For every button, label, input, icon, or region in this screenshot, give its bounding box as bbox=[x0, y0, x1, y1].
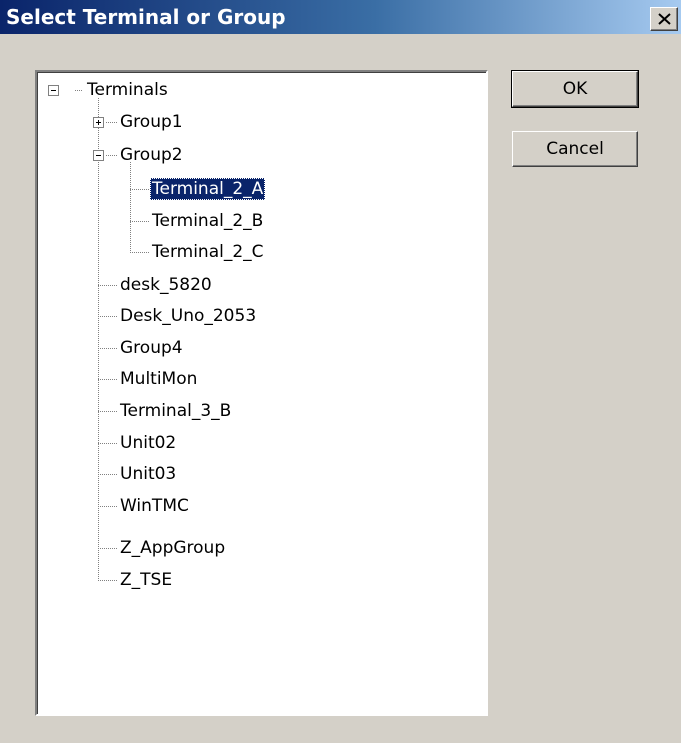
tree-node-terminal-2-c[interactable]: Terminal_2_C bbox=[150, 241, 266, 263]
tree-node-item[interactable]: WinTMC bbox=[118, 495, 191, 517]
tree-node-group2[interactable]: Group2 bbox=[118, 144, 185, 166]
tree-node-group1[interactable]: Group1 bbox=[118, 111, 185, 133]
tree-node-item[interactable]: Desk_Uno_2053 bbox=[118, 305, 258, 327]
cancel-button[interactable]: Cancel bbox=[512, 131, 638, 167]
tree-node-item[interactable]: Z_AppGroup bbox=[118, 537, 227, 559]
tree-connector-lines bbox=[48, 85, 149, 581]
close-icon bbox=[658, 13, 671, 25]
window-title: Select Terminal or Group bbox=[6, 5, 286, 29]
tree-node-item[interactable]: Group4 bbox=[118, 337, 185, 359]
tree-node-item[interactable]: MultiMon bbox=[118, 368, 199, 390]
tree-node-item[interactable]: Z_TSE bbox=[118, 569, 174, 591]
tree-node-item[interactable]: Unit03 bbox=[118, 463, 178, 485]
collapse-icon[interactable] bbox=[48, 85, 59, 96]
title-bar[interactable]: Select Terminal or Group bbox=[0, 0, 681, 34]
collapse-icon[interactable] bbox=[93, 150, 104, 161]
terminal-tree-view[interactable]: Terminals Group1 Group2 Terminal_2_A Ter… bbox=[35, 70, 488, 716]
tree-node-item[interactable]: Terminal_3_B bbox=[118, 400, 233, 422]
expand-icon[interactable] bbox=[93, 117, 104, 128]
close-button[interactable] bbox=[650, 7, 678, 31]
tree-node-item[interactable]: Unit02 bbox=[118, 432, 178, 454]
select-terminal-dialog: Select Terminal or Group Terminals Group… bbox=[0, 0, 681, 743]
tree-node-terminal-2-a[interactable]: Terminal_2_A bbox=[150, 178, 266, 200]
tree-node-terminal-2-b[interactable]: Terminal_2_B bbox=[150, 210, 265, 232]
tree-node-item[interactable]: desk_5820 bbox=[118, 274, 214, 296]
ok-button[interactable]: OK bbox=[511, 70, 639, 108]
tree-node-root[interactable]: Terminals bbox=[85, 79, 170, 101]
